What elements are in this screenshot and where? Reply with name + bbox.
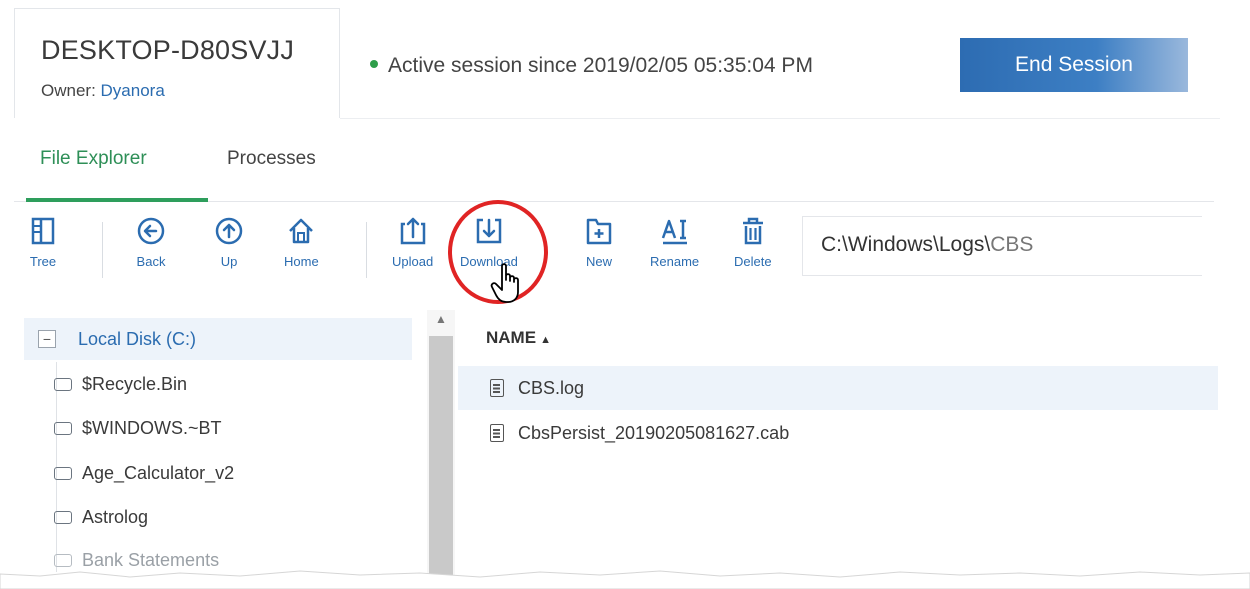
- upload-label: Upload: [392, 254, 434, 269]
- back-button[interactable]: Back: [136, 216, 166, 269]
- back-label: Back: [136, 254, 166, 269]
- home-button[interactable]: Home: [284, 216, 319, 269]
- tree-root-label: Local Disk (C:): [78, 328, 197, 349]
- path-tail: CBS: [990, 233, 1034, 256]
- tree-item-label: Age_Calculator_v2: [82, 463, 235, 483]
- session-status-text: Active session since 2019/02/05 05:35:04…: [388, 54, 813, 77]
- collapse-icon[interactable]: −: [38, 330, 56, 348]
- tree-root-local-disk[interactable]: − Local Disk (C:): [24, 318, 412, 360]
- path-input[interactable]: C:\Windows\Logs\CBS: [802, 216, 1202, 276]
- upload-icon: [400, 217, 425, 245]
- home-icon: [289, 218, 314, 244]
- end-session-button[interactable]: End Session: [960, 38, 1188, 92]
- name-column-header[interactable]: NAME ▲: [486, 328, 551, 348]
- file-row[interactable]: CBS.log: [458, 366, 1218, 410]
- home-label: Home: [284, 254, 319, 269]
- up-label: Up: [220, 254, 238, 269]
- upload-button[interactable]: Upload: [392, 216, 433, 269]
- tab-file-explorer[interactable]: File Explorer: [40, 148, 147, 192]
- tree-item[interactable]: $WINDOWS.~BT: [54, 418, 222, 439]
- tree-item-label: $Recycle.Bin: [82, 374, 188, 394]
- session-header: DESKTOP-D80SVJJ Owner: Dyanora Active se…: [0, 0, 1250, 118]
- name-column-label: NAME: [486, 328, 537, 347]
- back-arrow-icon: [137, 217, 165, 245]
- up-arrow-icon: [215, 217, 243, 245]
- tree-item-label: $WINDOWS.~BT: [82, 418, 222, 438]
- tree-label: Tree: [29, 254, 57, 269]
- device-name: DESKTOP-D80SVJJ: [41, 35, 295, 65]
- trash-icon: [742, 217, 763, 245]
- hand-cursor-icon: [490, 263, 519, 303]
- folder-tree: − Local Disk (C:) $Recycle.Bin $WINDOWS.…: [14, 310, 426, 580]
- file-list: NAME ▲ CBS.log CbsPersist_20190205081627.…: [458, 310, 1218, 580]
- status-dot-icon: [370, 60, 378, 69]
- path-head: C:\Windows\Logs\: [821, 233, 991, 256]
- file-toolbar: Tree Back Up Home Upload Download New Re…: [14, 202, 1214, 302]
- tree-button[interactable]: Tree: [28, 216, 58, 269]
- rename-label: Rename: [650, 254, 700, 269]
- tree-item[interactable]: $Recycle.Bin: [54, 374, 187, 395]
- new-folder-icon: [586, 218, 612, 245]
- delete-button[interactable]: Delete: [734, 216, 772, 269]
- header-divider: [340, 118, 1220, 119]
- tree-item[interactable]: Age_Calculator_v2: [54, 463, 234, 484]
- torn-edge: [0, 570, 1250, 589]
- device-info-panel: DESKTOP-D80SVJJ Owner: Dyanora: [14, 8, 340, 118]
- folder-icon: [54, 467, 72, 480]
- rename-icon: [661, 219, 687, 245]
- document-icon: [490, 424, 504, 442]
- tab-bar: File Explorer Processes: [14, 124, 1214, 202]
- tab-processes[interactable]: Processes: [227, 148, 316, 192]
- tree-item[interactable]: Astrolog: [54, 507, 148, 528]
- folder-icon: [54, 511, 72, 524]
- folder-icon: [54, 378, 72, 391]
- folder-icon: [54, 422, 72, 435]
- delete-label: Delete: [734, 254, 772, 269]
- new-folder-button[interactable]: New: [584, 216, 614, 269]
- file-name: CbsPersist_20190205081627.cab: [518, 422, 790, 443]
- file-row[interactable]: CbsPersist_20190205081627.cab: [458, 411, 1218, 455]
- up-button[interactable]: Up: [214, 216, 244, 269]
- tree-scrollbar-thumb[interactable]: [429, 336, 453, 576]
- owner-label: Owner:: [41, 81, 96, 100]
- tree-panel-icon: [31, 217, 55, 245]
- toolbar-divider: [102, 222, 103, 278]
- sort-ascending-icon: ▲: [540, 334, 551, 346]
- scroll-up-icon[interactable]: ▲: [427, 312, 455, 330]
- rename-button[interactable]: Rename: [650, 216, 699, 269]
- file-name: CBS.log: [518, 377, 585, 398]
- session-status: Active session since 2019/02/05 05:35:04…: [370, 54, 813, 78]
- document-icon: [490, 379, 504, 397]
- owner-name-link[interactable]: Dyanora: [101, 81, 165, 100]
- new-label: New: [585, 254, 612, 269]
- owner-line: Owner: Dyanora: [41, 81, 165, 101]
- toolbar-divider: [366, 222, 367, 278]
- tree-item-label: Astrolog: [82, 507, 149, 527]
